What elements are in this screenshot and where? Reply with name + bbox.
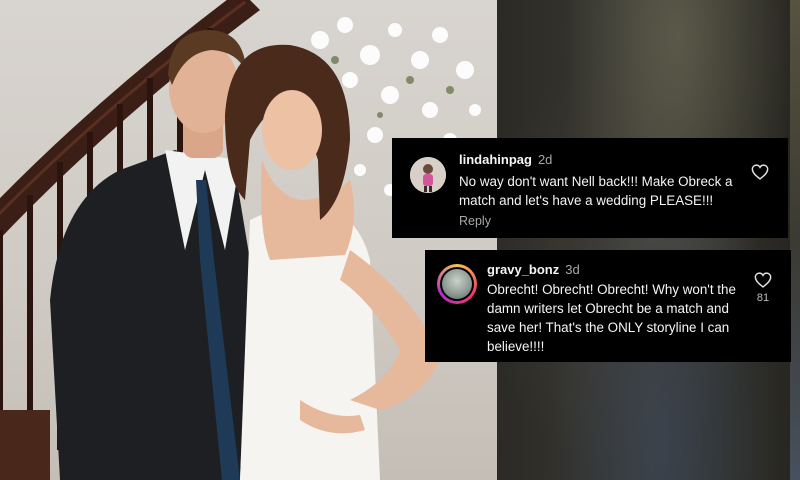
comment-timestamp: 2d [537,152,553,167]
couple-photo [0,0,497,480]
reply-button[interactable]: Reply [459,214,491,228]
username-text[interactable]: gravy_bonz [487,262,559,277]
avatar-image [442,269,472,299]
like-count: 81 [756,292,770,304]
comment-card: gravy_bonz 3d Obrecht! Obrecht! Obrecht! … [425,250,791,362]
couple-illustration [50,30,440,480]
heart-icon[interactable] [751,164,769,180]
comment-username[interactable]: gravy_bonz 3d [487,262,580,277]
comment-username[interactable]: lindahinpag 2d [459,152,552,167]
comment-text: No way don't want Nell back!!! Make Obre… [459,174,733,208]
blurred-edge-strip [790,0,800,480]
heart-icon[interactable] [754,272,772,288]
comment-timestamp: 3d [565,262,580,277]
username-text[interactable]: lindahinpag [459,152,532,167]
user-avatar-icon[interactable] [410,157,446,193]
comment-text: Obrecht! Obrecht! Obrecht! Why won't the… [487,282,736,354]
blurred-background-panel [497,0,800,480]
story-ring-avatar-icon[interactable] [437,264,477,304]
comment-card: lindahinpag 2d No way don't want Nell bac… [392,138,788,238]
avatar-ring-gap [440,267,474,301]
